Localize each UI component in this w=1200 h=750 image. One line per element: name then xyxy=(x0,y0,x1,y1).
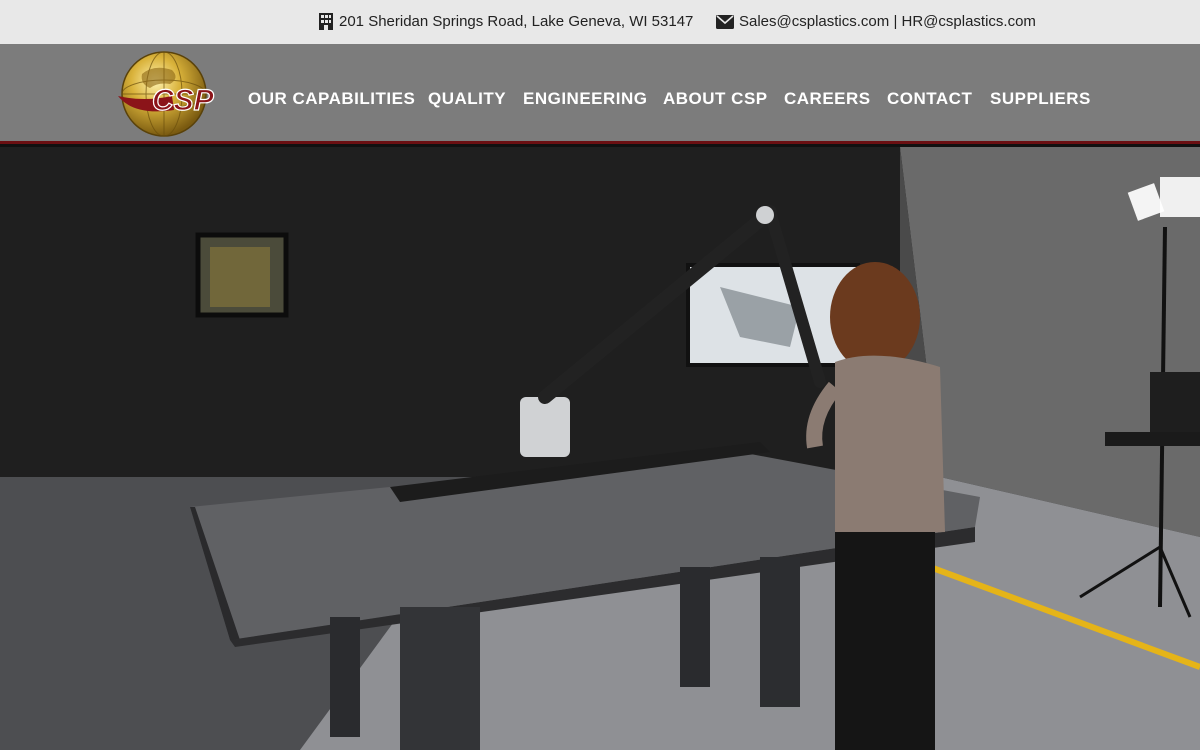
nav-quality[interactable]: QUALITY xyxy=(428,89,506,109)
main-nav: OUR CAPABILITIES QUALITY ENGINEERING ABO… xyxy=(0,89,1200,109)
nav-our-capabilities[interactable]: OUR CAPABILITIES xyxy=(248,89,415,109)
email-block[interactable]: Sales@csplastics.com | HR@csplastics.com xyxy=(716,13,1036,30)
nav-contact[interactable]: CONTACT xyxy=(887,89,972,109)
address-block: 201 Sheridan Springs Road, Lake Geneva, … xyxy=(318,13,693,30)
email-text[interactable]: Sales@csplastics.com | HR@csplastics.com xyxy=(739,13,1036,30)
nav-careers[interactable]: CAREERS xyxy=(784,89,871,109)
main-header: CSP OUR CAPABILITIES QUALITY ENGINEERING… xyxy=(0,44,1200,144)
address-text: 201 Sheridan Springs Road, Lake Geneva, … xyxy=(339,13,694,30)
building-icon xyxy=(318,13,334,30)
nav-suppliers[interactable]: SUPPLIERS xyxy=(990,89,1091,109)
envelope-icon xyxy=(716,14,734,29)
hero-image xyxy=(0,147,1200,750)
nav-engineering[interactable]: ENGINEERING xyxy=(523,89,648,109)
nav-about-csp[interactable]: ABOUT CSP xyxy=(663,89,768,109)
top-info-bar: 201 Sheridan Springs Road, Lake Geneva, … xyxy=(0,0,1200,44)
